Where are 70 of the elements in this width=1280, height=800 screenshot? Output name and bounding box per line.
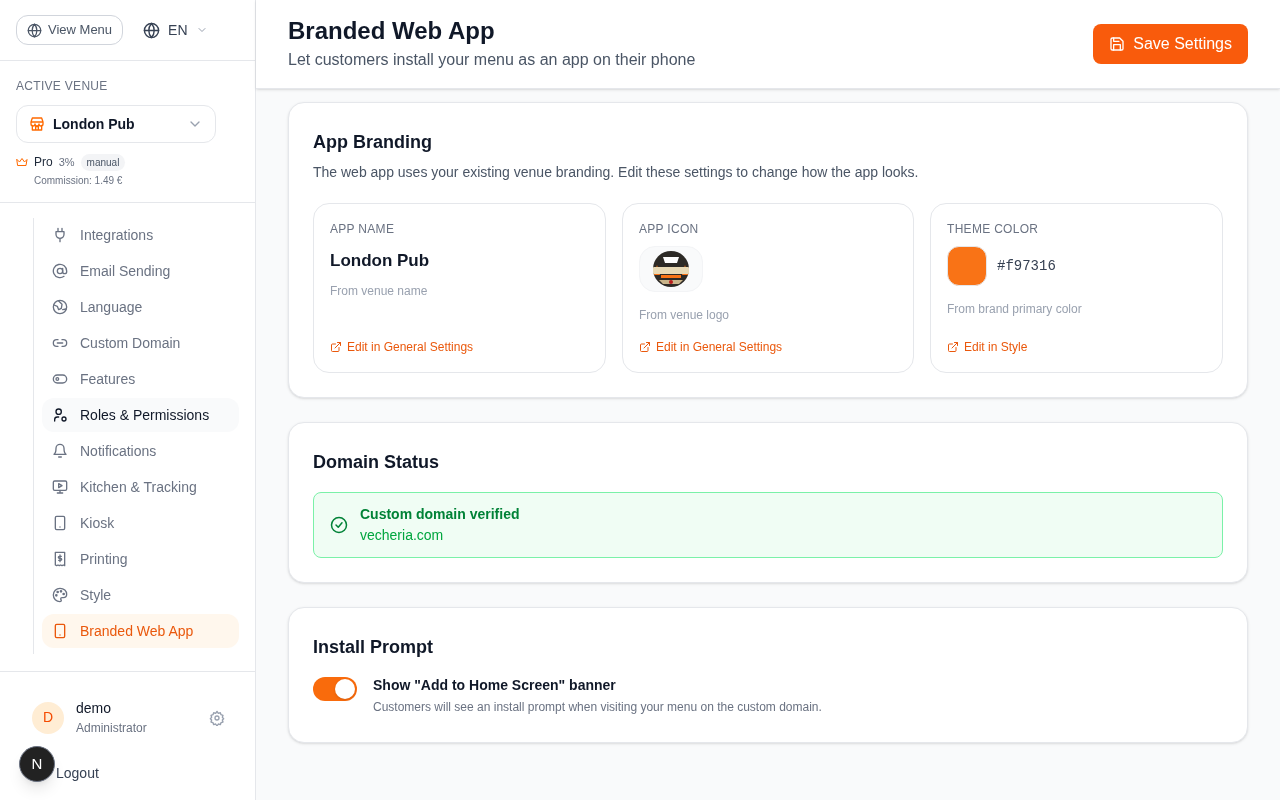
- nav-item[interactable]: Integrations: [42, 218, 239, 252]
- external-link-icon: [639, 341, 651, 353]
- card-label: THEME COLOR: [947, 221, 1040, 238]
- section-title: App Branding: [313, 131, 433, 154]
- phone-icon: [52, 623, 68, 639]
- nav-item[interactable]: Custom Domain: [42, 326, 239, 360]
- user-role: Administrator: [76, 720, 148, 737]
- user-icon: [52, 407, 68, 423]
- external-link-icon: [947, 341, 959, 353]
- section-description: The web app uses your existing venue branding. Edit these settings to change how the app looks.: [313, 163, 920, 182]
- nav-item[interactable]: Kiosk: [42, 506, 239, 540]
- section-title: Install Prompt: [313, 636, 434, 659]
- save-button[interactable]: Save Settings: [1093, 24, 1248, 64]
- nav-item[interactable]: Language: [42, 290, 239, 324]
- page-subtitle: Let customers install your menu as an app on their phone: [288, 50, 696, 70]
- at-sign-icon: [52, 263, 68, 279]
- card-label: APP NAME: [330, 221, 396, 238]
- toggle-description: Customers will see an install prompt when visiting your menu on the custom domain.: [373, 699, 822, 716]
- user-avatar: D: [32, 701, 64, 734]
- source-note: From venue name: [330, 282, 429, 300]
- plug-icon: [52, 227, 68, 243]
- nav-item[interactable]: Branded Web App: [42, 614, 239, 648]
- commission-text: Commission: 1.49 €: [34, 174, 124, 188]
- toggle-switch[interactable]: [313, 677, 357, 701]
- monitor-icon: [52, 479, 68, 495]
- bell-icon: [52, 443, 68, 459]
- external-link-icon: [330, 341, 342, 353]
- user-name: demo: [76, 699, 113, 718]
- nav-item[interactable]: Roles & Permissions: [42, 398, 239, 432]
- nav-item[interactable]: Email Sending: [42, 254, 239, 288]
- language-selector[interactable]: EN: [143, 19, 208, 41]
- receipt-icon: [52, 551, 68, 567]
- globe-icon: [27, 22, 42, 38]
- nav-item[interactable]: Printing: [42, 542, 239, 576]
- color-hex: #f97316: [997, 256, 1056, 276]
- globe-icon: [52, 299, 68, 315]
- logout-button[interactable]: Logout: [56, 763, 99, 784]
- plan-name: Pro: [34, 154, 53, 171]
- view-menu-button[interactable]: View Menu: [16, 15, 124, 45]
- settings-button[interactable]: [209, 709, 225, 726]
- source-note: From venue logo: [639, 307, 731, 324]
- nav-item[interactable]: Kitchen & Tracking: [42, 470, 239, 504]
- edit-link[interactable]: Edit in Style: [947, 338, 1206, 356]
- section-title: Domain Status: [313, 451, 441, 474]
- save-icon: [1109, 36, 1126, 52]
- app-name-value: London Pub: [330, 250, 431, 272]
- domain-name: vecheria.com: [360, 526, 445, 545]
- palette-icon: [52, 587, 68, 603]
- toggle-icon: [52, 371, 68, 387]
- edit-link[interactable]: Edit in General Settings: [330, 338, 589, 356]
- page-title: Branded Web App: [288, 16, 496, 46]
- toggle-label: Show "Add to Home Screen" banner: [373, 676, 617, 695]
- check-circle-icon: [330, 516, 348, 534]
- venue-selector[interactable]: London Pub: [16, 105, 216, 143]
- card-label: APP ICON: [639, 221, 700, 238]
- nav-item[interactable]: Notifications: [42, 434, 239, 468]
- settings-icon: [209, 709, 225, 726]
- edit-link[interactable]: Edit in General Settings: [639, 338, 897, 356]
- globe-icon: [143, 21, 161, 39]
- dev-badge[interactable]: N: [19, 746, 55, 782]
- section-label: ACTIVE VENUE: [16, 78, 109, 95]
- crown-icon: [16, 156, 28, 168]
- plan-tag: manual: [80, 153, 126, 171]
- store-icon: [29, 116, 45, 132]
- nav-item[interactable]: Style: [42, 578, 239, 612]
- plan-rate: 3%: [58, 154, 75, 170]
- source-note: From brand primary color: [947, 301, 1083, 318]
- status-text: Custom domain verified: [360, 505, 520, 524]
- tablet-icon: [52, 515, 68, 531]
- nav-item[interactable]: Features: [42, 362, 239, 396]
